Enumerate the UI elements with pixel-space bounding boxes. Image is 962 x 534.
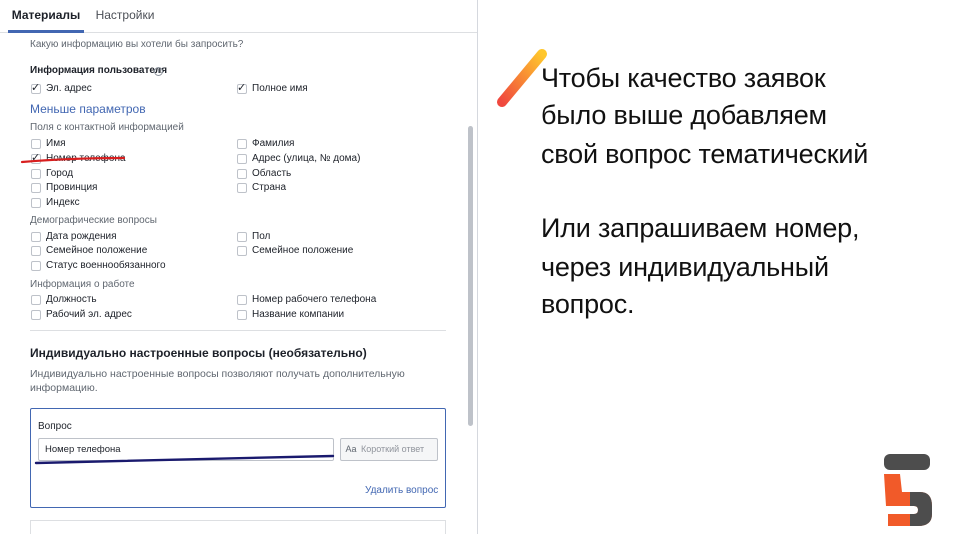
checkbox-marital-1[interactable] — [31, 246, 41, 256]
annotation-line-4: Или запрашиваем номер, — [541, 213, 860, 243]
section-divider — [30, 330, 446, 331]
checkbox-military[interactable] — [31, 261, 41, 271]
checkbox-address[interactable] — [237, 154, 247, 164]
checkbox-country[interactable] — [237, 183, 247, 193]
field-country-label: Страна — [252, 182, 287, 193]
text-format-icon: Aa — [345, 444, 357, 454]
field-last-name-label: Фамилия — [252, 138, 295, 149]
checkbox-province[interactable] — [31, 183, 41, 193]
checkbox-city[interactable] — [31, 169, 41, 179]
answer-type-select[interactable]: Aa Короткий ответ — [340, 438, 438, 461]
field-work-phone-label: Номер рабочего телефона — [252, 294, 377, 305]
checkbox-birthdate[interactable] — [31, 232, 41, 242]
field-marital-1-label: Семейное положение — [46, 245, 148, 256]
demo-section-title: Демографические вопросы — [30, 215, 157, 226]
field-marital-2-label: Семейное положение — [252, 245, 354, 256]
delete-question-link[interactable]: Удалить вопрос — [365, 485, 438, 496]
custom-questions-desc: Индивидуально настроенные вопросы позвол… — [30, 368, 405, 394]
field-job-title-label: Должность — [46, 294, 97, 305]
checkbox-last-name[interactable] — [237, 139, 247, 149]
next-card-edge — [30, 520, 446, 534]
tab-materials[interactable]: Материалы — [8, 0, 84, 33]
question-label: Вопрос — [38, 421, 72, 432]
contact-section-title: Поля с контактной информацией — [30, 122, 184, 133]
checkbox-gender[interactable] — [237, 232, 247, 242]
answer-type-label: Короткий ответ — [361, 444, 425, 454]
annotation-line-6: вопрос. — [541, 289, 635, 319]
checkbox-region[interactable] — [237, 169, 247, 179]
field-military-label: Статус военнообязанного — [46, 260, 166, 271]
checkbox-phone[interactable]: ✓ — [31, 152, 41, 164]
question-input[interactable]: Номер телефона — [38, 438, 334, 461]
fewer-params-link[interactable]: Меньше параметров — [30, 102, 146, 116]
checkbox-zip[interactable] — [31, 198, 41, 208]
annotation-line-3: свой вопрос тематический — [541, 139, 869, 169]
option-full-name-label: Полное имя — [252, 83, 308, 94]
annotation-line-1: Чтобы качество заявок — [541, 63, 826, 93]
field-zip-label: Индекс — [46, 197, 80, 208]
field-birthdate-label: Дата рождения — [46, 231, 117, 242]
checkbox-job-title[interactable] — [31, 295, 41, 305]
field-province-label: Провинция — [46, 182, 98, 193]
info-icon[interactable]: i — [154, 67, 163, 76]
field-company-label: Название компании — [252, 309, 345, 320]
option-email-label: Эл. адрес — [46, 83, 92, 94]
field-city-label: Город — [46, 168, 74, 179]
checkbox-first-name[interactable] — [31, 139, 41, 149]
field-gender-label: Пол — [252, 231, 271, 242]
field-first-name-label: Имя — [46, 138, 66, 149]
scrollbar-thumb[interactable] — [468, 126, 473, 426]
checkbox-work-phone[interactable] — [237, 295, 247, 305]
annotation-line-2: было выше добавляем — [541, 100, 827, 130]
checkbox-marital-2[interactable] — [237, 246, 247, 256]
checkbox-company[interactable] — [237, 310, 247, 320]
custom-questions-title: Индивидуально настроенные вопросы (необя… — [30, 346, 367, 360]
checkbox-work-email[interactable] — [31, 310, 41, 320]
field-region-label: Область — [252, 168, 292, 179]
tabs-bar: Материалы Настройки — [0, 0, 477, 33]
user-info-title: Информация пользователя — [30, 65, 168, 76]
form-panel: Материалы Настройки Какую информацию вы … — [0, 0, 478, 534]
annotation-line-5: через индивидуальный — [541, 252, 829, 282]
field-phone-label: Номер телефона — [46, 153, 126, 164]
tab-settings[interactable]: Настройки — [92, 0, 158, 33]
brand-logo-icon — [884, 454, 932, 526]
checkbox-full-name[interactable]: ✓ — [237, 82, 247, 94]
question-prompt: Какую информацию вы хотели бы запросить? — [30, 39, 244, 50]
checkbox-email[interactable]: ✓ — [31, 82, 41, 94]
field-address-label: Адрес (улица, № дома) — [252, 153, 361, 164]
work-section-title: Информация о работе — [30, 279, 135, 290]
field-work-email-label: Рабочий эл. адрес — [46, 309, 132, 320]
